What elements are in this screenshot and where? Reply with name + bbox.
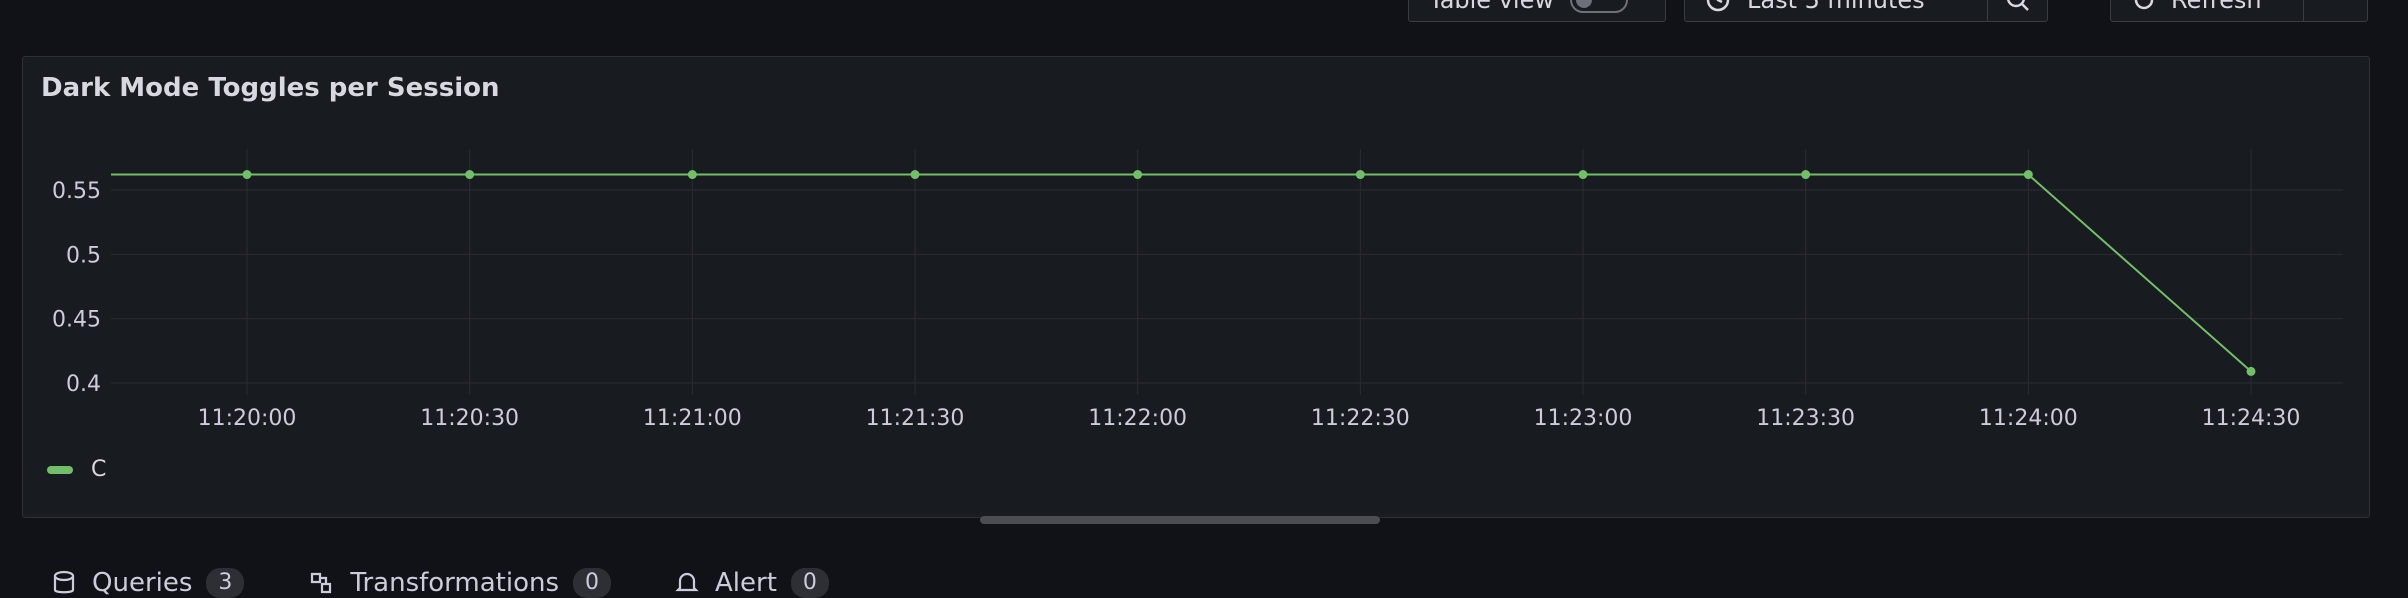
x-tick-label: 11:24:00: [1979, 406, 2078, 431]
refresh-label: Refresh: [2171, 0, 2262, 14]
legend-item-c[interactable]: C: [47, 457, 106, 482]
graph-panel[interactable]: Dark Mode Toggles per Session 0.55 0.5 0.4…: [22, 56, 2370, 518]
table-view-label: Table view: [1429, 0, 1554, 14]
tab-queries-label: Queries: [92, 568, 193, 598]
time-range-label: Last 5 minutes: [1747, 0, 1925, 14]
data-point[interactable]: [910, 170, 920, 180]
tab-queries-count: 3: [206, 568, 245, 598]
y-tick-label: 0.4: [66, 372, 101, 397]
tab-transformations-count: 0: [573, 568, 612, 598]
data-point[interactable]: [242, 170, 252, 180]
tab-transformations[interactable]: Transformations 0: [308, 568, 612, 598]
bell-icon: [675, 570, 699, 596]
time-range-picker[interactable]: Last 5 minutes: [1685, 0, 1987, 21]
table-view-toggle[interactable]: [1569, 0, 1628, 13]
time-range-picker-group: Last 5 minutes: [1684, 0, 2048, 22]
editor-tabs: Queries 3 Transformations 0 Alert 0: [52, 568, 893, 598]
x-tick-label: 11:21:30: [866, 406, 965, 431]
y-axis: 0.55 0.5 0.45 0.4: [52, 179, 101, 397]
tab-transformations-label: Transformations: [350, 568, 560, 598]
legend-swatch: [47, 465, 73, 474]
x-tick-label: 11:23:30: [1756, 406, 1855, 431]
y-tick-label: 0.5: [66, 243, 101, 268]
data-point[interactable]: [1578, 170, 1588, 180]
zoom-out-icon: [2004, 0, 2032, 14]
tab-alert-label: Alert: [715, 568, 777, 598]
x-tick-label: 11:22:00: [1088, 406, 1187, 431]
x-tick-label: 11:23:00: [1534, 406, 1633, 431]
zoom-out-button[interactable]: [1988, 0, 2047, 21]
tab-alert[interactable]: Alert 0: [675, 568, 829, 598]
refresh-button[interactable]: Refresh: [2111, 0, 2303, 21]
x-tick-label: 11:21:00: [643, 406, 742, 431]
legend-label: C: [91, 457, 107, 482]
grid: [111, 149, 2343, 395]
horizontal-scrollbar[interactable]: [980, 516, 1380, 524]
x-tick-label: 11:20:30: [420, 406, 519, 431]
y-tick-label: 0.45: [52, 308, 101, 333]
x-tick-label: 11:20:00: [198, 406, 297, 431]
x-tick-label: 11:22:30: [1311, 406, 1410, 431]
line-chart[interactable]: 0.550.50.450.4 11:20:00 11:20:30 11:21:00 1…: [23, 57, 2371, 519]
data-point[interactable]: [465, 170, 475, 180]
x-axis: 11:20:00 11:20:30 11:21:00 11:21:30 11:22:00…: [198, 406, 2301, 431]
series-line-c: [111, 173, 2252, 373]
refresh-picker-group: Refresh: [2110, 0, 2368, 22]
tab-alert-count: 0: [790, 568, 829, 598]
y-tick-label: 0.55: [52, 179, 101, 204]
transform-icon: [308, 570, 334, 596]
data-point[interactable]: [2246, 366, 2256, 376]
series-layer: [111, 170, 2256, 376]
refresh-interval-dropdown[interactable]: [2304, 0, 2367, 21]
x-tick-label: 11:24:30: [2202, 406, 2301, 431]
table-view-toggle-group[interactable]: Table view: [1408, 0, 1666, 22]
data-point[interactable]: [2023, 170, 2033, 180]
tab-queries[interactable]: Queries 3: [52, 568, 245, 598]
data-point[interactable]: [1355, 170, 1365, 180]
data-point[interactable]: [1801, 170, 1811, 180]
database-icon: [52, 570, 76, 596]
data-point[interactable]: [1133, 170, 1143, 180]
clock-icon: [1705, 0, 1731, 13]
data-point[interactable]: [687, 170, 697, 180]
refresh-icon: [2131, 0, 2157, 13]
